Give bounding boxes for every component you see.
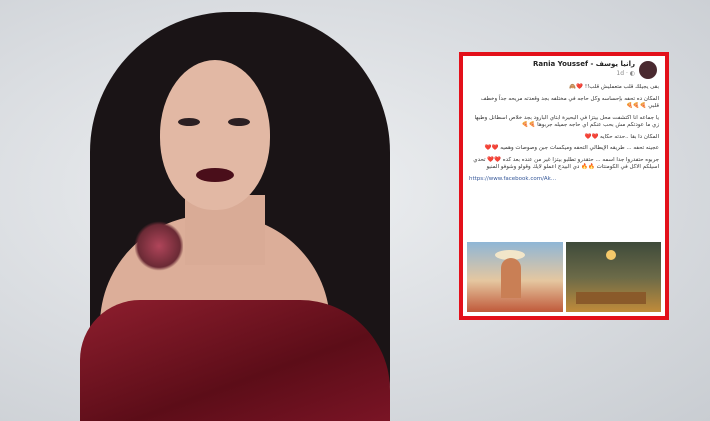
facebook-post-screenshot: Rania Youssef - رانيا يوسف 1d · ◐ بقى يج… xyxy=(459,52,669,320)
post-timestamp: 1d · ◐ xyxy=(616,70,635,77)
post-photo-restaurant-interior[interactable] xyxy=(565,242,661,312)
post-paragraph: عجينه تحفه ... طريقه الإيطالي التحفه ومي… xyxy=(484,145,659,151)
post-paragraph: جربوه حتفدروا جدا اسمه ... حتقدرو تطلبو … xyxy=(473,156,659,171)
post-photos xyxy=(467,242,661,312)
lamp xyxy=(605,250,616,260)
post-paragraph: المكان دا بقا ..حدته حكايه ❤️❤️ xyxy=(584,133,659,140)
person xyxy=(501,258,521,298)
face xyxy=(160,60,270,210)
post-photo-woman-with-hat[interactable] xyxy=(467,242,563,312)
red-velvet-dress xyxy=(80,300,390,421)
rose-tattoo xyxy=(135,220,183,272)
post-author: Rania Youssef - رانيا يوسف xyxy=(533,60,635,68)
table xyxy=(575,292,646,304)
post-text: بقى يجيلك قلب متعمليش قلب!! ❤️🙈 المكان د… xyxy=(463,84,665,183)
avatar xyxy=(639,61,657,79)
right-eye xyxy=(228,118,250,126)
post-link[interactable]: https://www.facebook.com/Ak... xyxy=(469,176,659,184)
post-paragraph: المكان ده تحفه بإحساسه وكل حاجه في مختلف… xyxy=(480,95,659,110)
post-header: Rania Youssef - رانيا يوسف 1d · ◐ xyxy=(463,56,665,84)
post-paragraph: بقى يجيلك قلب متعمليش قلب!! ❤️🙈 xyxy=(569,84,659,90)
lips xyxy=(196,168,234,182)
post-paragraph: يا جماعه انا اكتشفت محل بيتزا في البحيرة… xyxy=(474,114,659,129)
left-eye xyxy=(178,118,200,126)
